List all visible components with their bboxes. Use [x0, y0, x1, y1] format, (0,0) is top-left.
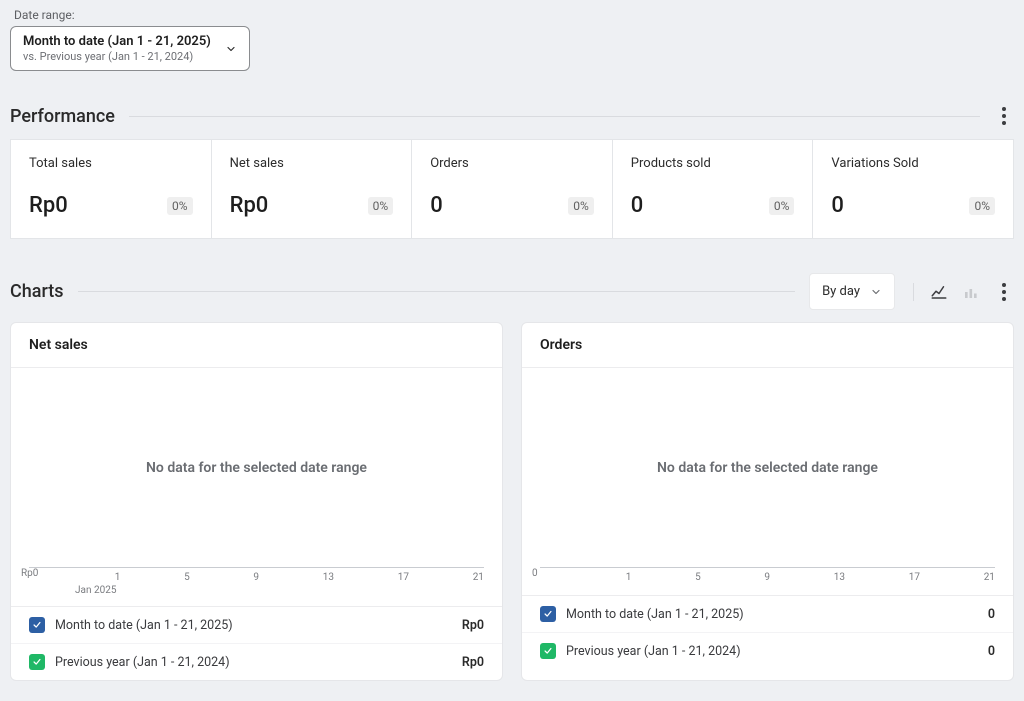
metric-card[interactable]: Variations Sold 0 0% [813, 140, 1013, 238]
metric-label: Products sold [631, 156, 795, 171]
chart-card: Net salesNo data for the selected date r… [10, 322, 503, 681]
legend-label: Month to date (Jan 1 - 21, 2025) [55, 618, 233, 633]
x-tick: 21 [473, 572, 484, 583]
legend-checkbox[interactable] [540, 643, 556, 659]
metric-label: Net sales [230, 156, 394, 171]
metric-card[interactable]: Total sales Rp0 0% [11, 140, 211, 238]
metric-value: 0 [430, 193, 443, 218]
chart-title: Net sales [11, 323, 502, 368]
legend-value: Rp0 [462, 618, 484, 633]
legend-label: Previous year (Jan 1 - 21, 2024) [55, 655, 230, 670]
metric-card[interactable]: Net sales Rp0 0% [212, 140, 412, 238]
metric-label: Total sales [29, 156, 193, 171]
x-tick: 13 [323, 572, 334, 583]
legend-row[interactable]: Previous year (Jan 1 - 21, 2024) Rp0 [11, 644, 502, 680]
chart-card: OrdersNo data for the selected date rang… [521, 322, 1014, 681]
x-ticks: 1 5 9 13 17 21 [522, 568, 1013, 583]
legend-value: Rp0 [462, 655, 484, 670]
date-range-primary: Month to date (Jan 1 - 21, 2025) [23, 34, 211, 49]
x-tick: 9 [764, 572, 770, 583]
legend-label: Month to date (Jan 1 - 21, 2025) [566, 607, 744, 622]
metric-value: Rp0 [230, 193, 269, 218]
date-range-picker[interactable]: Month to date (Jan 1 - 21, 2025) vs. Pre… [10, 26, 250, 71]
divider [78, 291, 796, 292]
x-tick: 17 [398, 572, 409, 583]
x-tick: 1 [115, 572, 121, 583]
chart-legend: Month to date (Jan 1 - 21, 2025)0Previou… [522, 595, 1013, 669]
chevron-down-icon [870, 286, 882, 298]
x-axis [540, 567, 995, 568]
metric-label: Orders [430, 156, 594, 171]
metric-delta: 0% [167, 197, 193, 215]
section-title-charts: Charts [10, 281, 64, 302]
performance-menu-icon[interactable] [994, 105, 1014, 127]
x-caption [586, 583, 1013, 595]
x-caption: Jan 2025 [75, 583, 502, 606]
chevron-down-icon [225, 43, 237, 55]
x-tick: 5 [184, 572, 190, 583]
chart-empty-message: No data for the selected date range [11, 368, 502, 568]
legend-value: 0 [988, 607, 995, 622]
date-range-label: Date range: [10, 8, 1014, 26]
interval-select-label: By day [822, 284, 860, 299]
legend-checkbox[interactable] [29, 617, 45, 633]
legend-checkbox[interactable] [540, 606, 556, 622]
metric-delta: 0% [769, 197, 795, 215]
bar-chart-icon[interactable] [962, 283, 980, 301]
x-ticks: 1 5 9 13 17 21 [11, 568, 502, 583]
metric-value: Rp0 [29, 193, 68, 218]
performance-metrics: Total salesRp00%Net salesRp00%Orders00%P… [10, 139, 1014, 239]
metric-label: Variations Sold [831, 156, 995, 171]
legend-value: 0 [988, 644, 995, 659]
chart-legend: Month to date (Jan 1 - 21, 2025)Rp0Previ… [11, 606, 502, 680]
chart-empty-message: No data for the selected date range [522, 368, 1013, 568]
x-tick: 9 [253, 572, 259, 583]
metric-value: 0 [631, 193, 644, 218]
x-tick: 5 [695, 572, 701, 583]
metric-delta: 0% [368, 197, 394, 215]
legend-row[interactable]: Month to date (Jan 1 - 21, 2025) Rp0 [11, 607, 502, 644]
y-zero-label: Rp0 [21, 568, 38, 579]
metric-delta: 0% [969, 197, 995, 215]
metric-value: 0 [831, 193, 844, 218]
divider [129, 116, 980, 117]
section-title-performance: Performance [10, 106, 115, 127]
chart-title: Orders [522, 323, 1013, 368]
legend-row[interactable]: Previous year (Jan 1 - 21, 2024) 0 [522, 633, 1013, 669]
date-range-secondary: vs. Previous year (Jan 1 - 21, 2024) [23, 50, 211, 63]
x-tick: 21 [984, 572, 995, 583]
x-tick: 17 [909, 572, 920, 583]
y-zero-label: 0 [532, 568, 538, 579]
charts-menu-icon[interactable] [994, 281, 1014, 303]
metric-card[interactable]: Orders 0 0% [412, 140, 612, 238]
charts-grid: Net salesNo data for the selected date r… [10, 322, 1014, 681]
metric-delta: 0% [568, 197, 594, 215]
legend-checkbox[interactable] [29, 654, 45, 670]
x-tick: 13 [834, 572, 845, 583]
chart-body: No data for the selected date range0 [522, 368, 1013, 568]
line-chart-icon[interactable] [930, 283, 948, 301]
x-tick: 1 [626, 572, 632, 583]
chart-body: No data for the selected date rangeRp0 [11, 368, 502, 568]
interval-select[interactable]: By day [809, 273, 895, 310]
legend-label: Previous year (Jan 1 - 21, 2024) [566, 644, 741, 659]
metric-card[interactable]: Products sold 0 0% [613, 140, 813, 238]
x-axis [29, 567, 484, 568]
legend-row[interactable]: Month to date (Jan 1 - 21, 2025) 0 [522, 596, 1013, 633]
